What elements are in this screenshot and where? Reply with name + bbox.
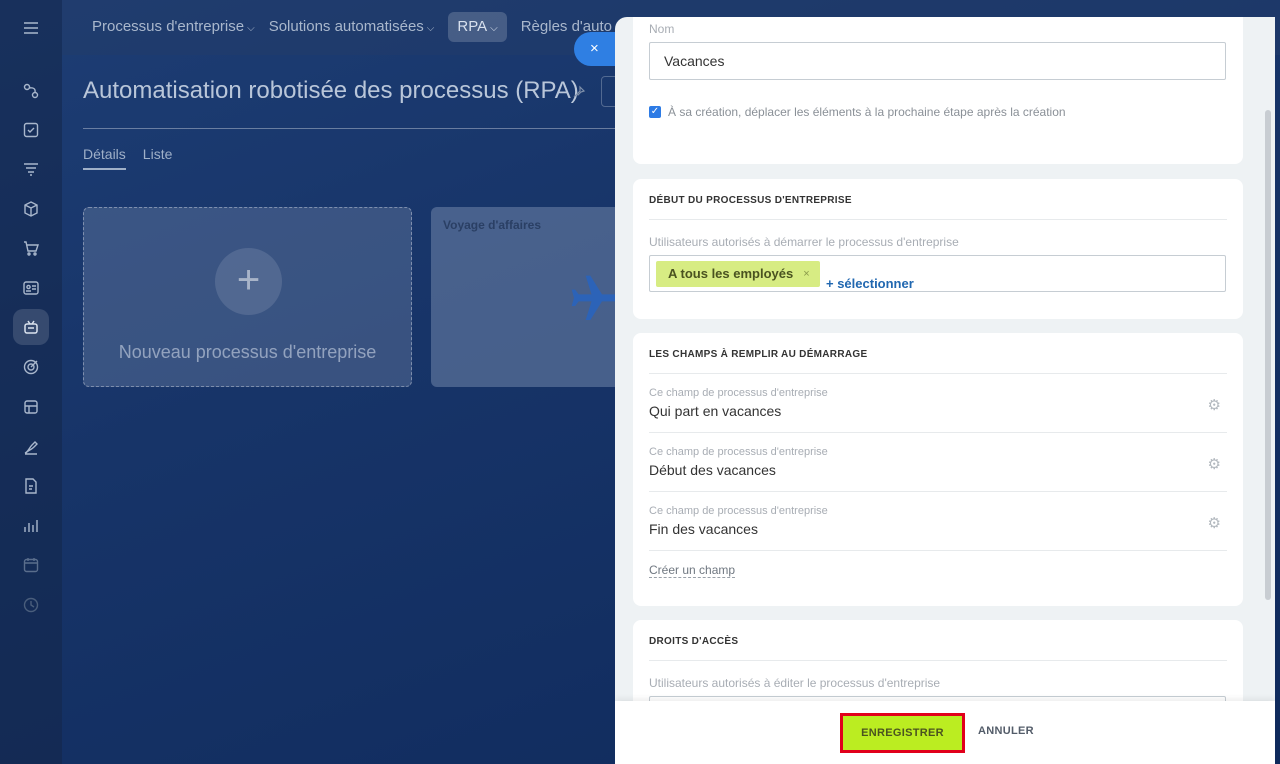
divider [649, 219, 1227, 220]
process-start-heading: DÉBUT DU PROCESSUS D'ENTREPRISE [649, 195, 852, 206]
tasks-icon[interactable] [20, 119, 42, 141]
pin-icon[interactable] [572, 85, 586, 104]
tab-details[interactable]: Détails [83, 146, 126, 170]
document-edit-icon[interactable] [20, 475, 42, 497]
sub-tabs: Détails Liste [83, 146, 172, 170]
field-row[interactable]: Ce champ de processus d'entreprise Début… [649, 433, 1227, 492]
tab-list[interactable]: Liste [143, 146, 173, 170]
target-icon[interactable] [20, 356, 42, 378]
create-field-link[interactable]: Créer un champ [649, 563, 736, 578]
process-start-section: DÉBUT DU PROCESSUS D'ENTREPRISE Utilisat… [633, 179, 1243, 319]
gear-icon[interactable]: ⚙ [1208, 514, 1221, 532]
clock-icon[interactable] [20, 594, 42, 616]
chevron-down-icon: ⌵ [247, 23, 255, 34]
select-users-link[interactable]: + sélectionner [826, 266, 914, 302]
chevron-down-icon: ⌵ [426, 23, 435, 34]
field-meta: Ce champ de processus d'entreprise [649, 446, 828, 458]
page-title: Automatisation robotisée des processus (… [83, 77, 579, 104]
start-users-selector[interactable]: A tous les employés × + sélectionner [649, 255, 1226, 292]
move-elements-row: ✓ À sa création, déplacer les éléments à… [649, 105, 1066, 119]
name-input[interactable]: Vacances [649, 42, 1226, 80]
contact-card-icon[interactable] [20, 277, 42, 299]
gear-icon[interactable]: ⚙ [1208, 455, 1221, 473]
move-elements-checkbox[interactable]: ✓ [649, 106, 661, 118]
panel-scrollbar[interactable] [1265, 110, 1271, 600]
title-divider [83, 128, 643, 129]
close-panel-button[interactable]: × [574, 32, 618, 66]
save-button[interactable]: ENREGISTRER [840, 713, 965, 753]
box-icon[interactable] [20, 198, 42, 220]
edit-users-label: Utilisateurs autorisés à éditer le proce… [649, 676, 941, 690]
start-users-label: Utilisateurs autorisés à démarrer le pro… [649, 235, 959, 249]
field-meta: Ce champ de processus d'entreprise [649, 505, 828, 517]
business-trip-card[interactable]: Voyage d'affaires [431, 207, 631, 387]
cancel-button[interactable]: ANNULER [978, 725, 1034, 737]
robot-icon[interactable] [20, 316, 42, 338]
nav-rpa[interactable]: RPA ⌵ [448, 12, 507, 42]
cart-icon[interactable] [20, 237, 42, 259]
chip-remove-icon[interactable]: × [803, 256, 809, 292]
field-value: Début des vacances [649, 462, 776, 478]
close-icon: × [590, 40, 599, 57]
signature-icon[interactable] [20, 436, 42, 458]
new-process-label: Nouveau processus d'entreprise [118, 342, 377, 362]
plus-icon: + [215, 248, 282, 315]
nav-automated-solutions[interactable]: Solutions automatisées ⌵ [269, 12, 435, 42]
divider [649, 660, 1227, 661]
calendar-icon[interactable] [20, 554, 42, 576]
left-sidebar [0, 0, 62, 764]
store-icon[interactable] [20, 396, 42, 418]
menu-icon[interactable] [20, 17, 42, 39]
name-label: Nom [649, 22, 675, 36]
new-process-card[interactable]: + Nouveau processus d'entreprise [83, 207, 412, 387]
analytics-icon[interactable] [20, 515, 42, 537]
name-section: Nom Vacances ✓ À sa création, déplacer l… [633, 17, 1243, 164]
flow-icon[interactable] [20, 80, 42, 102]
field-row[interactable]: Ce champ de processus d'entreprise Fin d… [649, 492, 1227, 551]
divider [649, 550, 1227, 551]
chevron-down-icon: ⌵ [490, 23, 498, 34]
chip-label: A tous les employés [668, 266, 794, 281]
business-trip-label: Voyage d'affaires [443, 218, 542, 232]
start-fields-section: LES CHAMPS À REMPLIR AU DÉMARRAGE Ce cha… [633, 333, 1243, 606]
funnel-icon[interactable] [20, 158, 42, 180]
field-value: Qui part en vacances [649, 403, 782, 419]
field-meta: Ce champ de processus d'entreprise [649, 387, 828, 399]
move-elements-label[interactable]: À sa création, déplacer les éléments à l… [668, 105, 1066, 119]
rpa-settings-panel: Nom Vacances ✓ À sa création, déplacer l… [615, 17, 1275, 764]
field-row[interactable]: Ce champ de processus d'entreprise Qui p… [649, 374, 1227, 433]
top-navigation: Processus d'entreprise ⌵ Solutions automa… [92, 12, 612, 42]
panel-footer: ENREGISTRER ANNULER [615, 701, 1275, 764]
field-value: Fin des vacances [649, 521, 758, 537]
start-fields-heading: LES CHAMPS À REMPLIR AU DÉMARRAGE [649, 349, 868, 360]
user-chip: A tous les employés × [656, 261, 820, 287]
access-rights-heading: DROITS D'ACCÈS [649, 636, 739, 647]
nav-business-processes[interactable]: Processus d'entreprise ⌵ [92, 12, 255, 42]
gear-icon[interactable]: ⚙ [1208, 396, 1221, 414]
